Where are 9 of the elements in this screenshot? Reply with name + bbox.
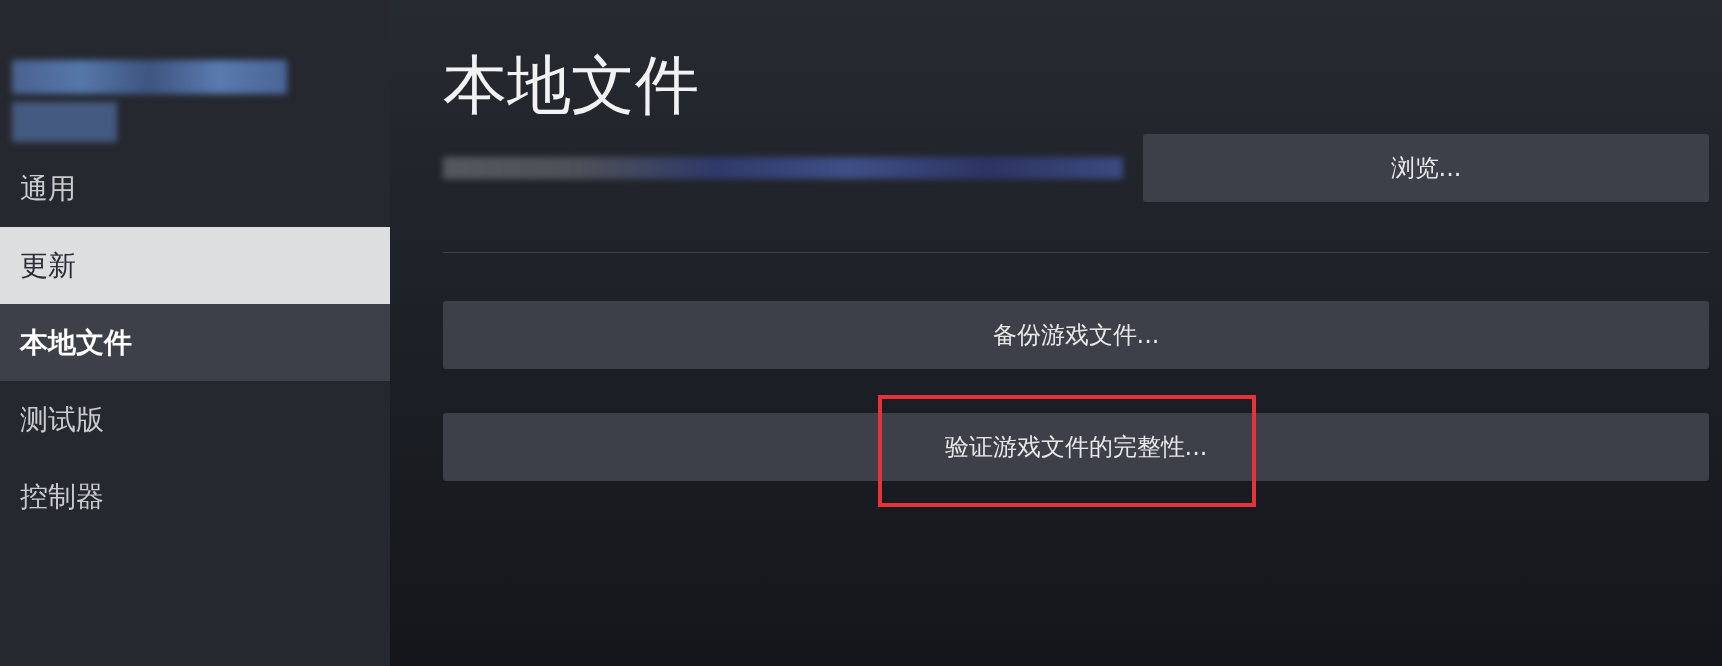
- browse-button[interactable]: 浏览...: [1143, 134, 1709, 202]
- sidebar-item[interactable]: 本地文件: [0, 304, 390, 381]
- action-button[interactable]: 备份游戏文件...: [443, 301, 1709, 369]
- action-button[interactable]: 验证游戏文件的完整性...: [443, 413, 1709, 481]
- page-title: 本地文件: [443, 47, 700, 124]
- sidebar-item[interactable]: 更新: [0, 227, 390, 304]
- sidebar-item[interactable]: 测试版: [0, 381, 390, 458]
- sidebar-item[interactable]: 控制器: [0, 458, 390, 535]
- sidebar-item[interactable]: 通用: [0, 150, 390, 227]
